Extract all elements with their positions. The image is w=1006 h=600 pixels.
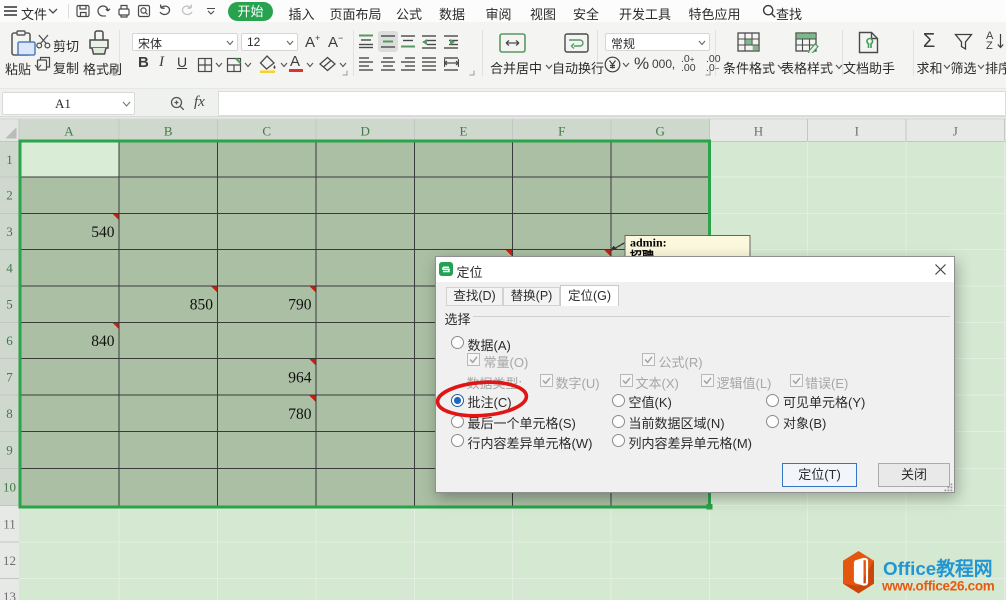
svg-text:H: H: [754, 124, 763, 139]
svg-text:12: 12: [3, 553, 16, 568]
svg-text:F: F: [558, 124, 565, 139]
svg-text:Office教程网: Office教程网: [883, 557, 993, 579]
svg-text:790: 790: [288, 297, 312, 314]
svg-text:9: 9: [6, 443, 13, 458]
svg-text:I: I: [855, 124, 859, 139]
svg-text:7: 7: [6, 369, 13, 384]
svg-text:3: 3: [6, 224, 13, 239]
svg-text:A: A: [64, 124, 74, 139]
svg-text:780: 780: [288, 406, 312, 423]
svg-text:1: 1: [6, 152, 13, 167]
svg-text:2: 2: [6, 188, 13, 203]
svg-text:admin:: admin:: [630, 236, 667, 250]
svg-text:C: C: [262, 124, 271, 139]
svg-text:540: 540: [91, 224, 115, 241]
svg-text:8: 8: [6, 406, 13, 421]
svg-text:E: E: [460, 124, 468, 139]
svg-text:13: 13: [3, 589, 16, 600]
svg-text:D: D: [361, 124, 370, 139]
svg-text:B: B: [164, 124, 173, 139]
svg-text:4: 4: [6, 260, 13, 275]
svg-text:G: G: [656, 124, 665, 139]
svg-text:10: 10: [3, 480, 16, 495]
svg-text:www.office26.com: www.office26.com: [881, 579, 995, 594]
svg-text:5: 5: [6, 297, 13, 312]
svg-text:850: 850: [190, 297, 214, 314]
svg-text:840: 840: [91, 333, 115, 350]
svg-text:J: J: [953, 124, 958, 139]
svg-text:6: 6: [6, 333, 13, 348]
svg-text:11: 11: [3, 516, 16, 531]
svg-text:964: 964: [288, 369, 312, 386]
